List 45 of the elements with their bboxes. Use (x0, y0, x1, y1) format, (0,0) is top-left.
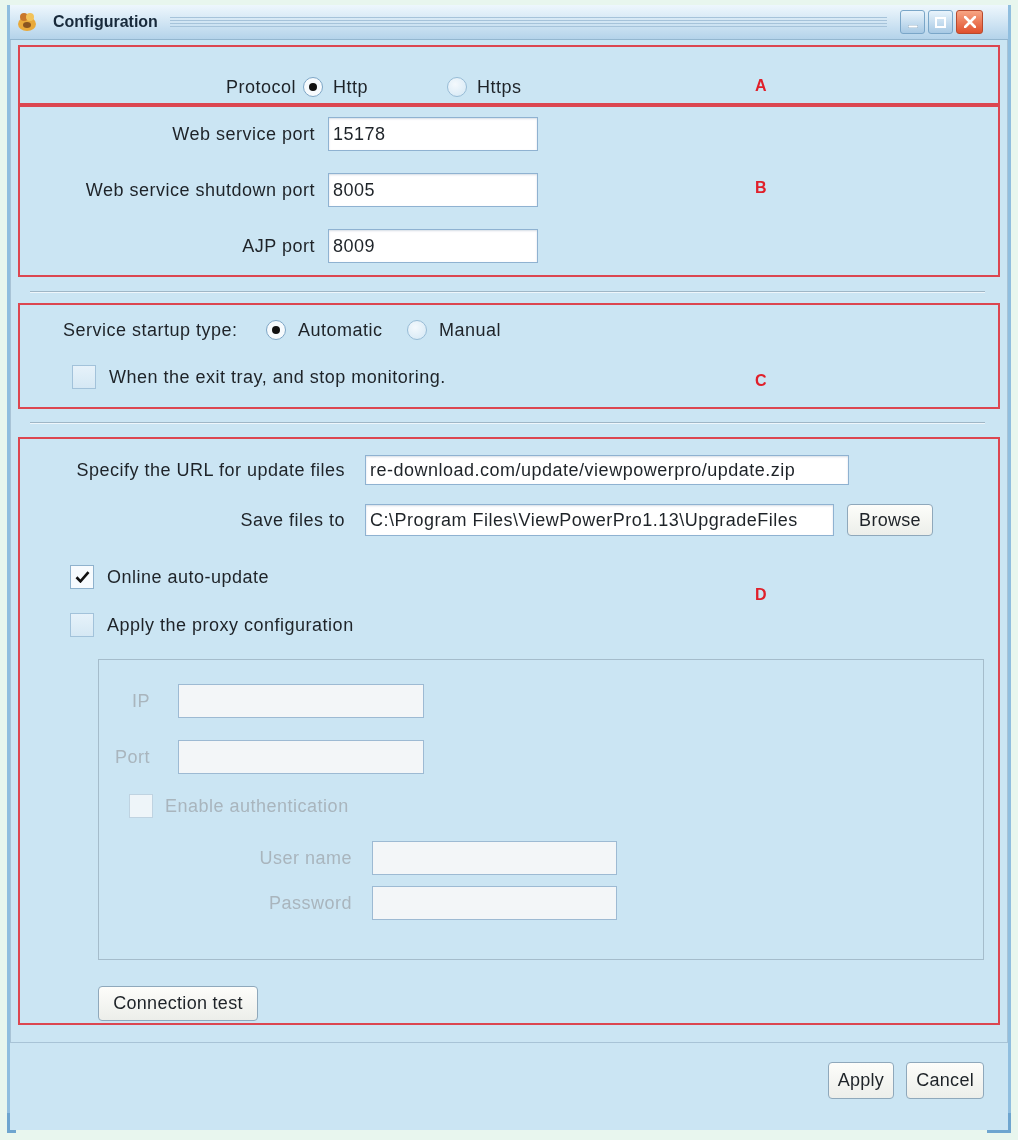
maximize-button[interactable] (928, 10, 953, 34)
section-marker: C (755, 372, 767, 390)
path-field[interactable]: C:\Program Files\ViewPowerPro1.13\UpgradeFiles (365, 504, 834, 536)
app-icon (17, 12, 37, 32)
dialog-button[interactable]: Apply (827, 1062, 895, 1099)
radio-button[interactable] (407, 320, 427, 340)
section-marker: A (755, 77, 767, 95)
field-label: Protocol (224, 76, 296, 98)
checkbox-label: When the exit tray, and stop monitoring. (109, 366, 446, 388)
minimize-icon (907, 25, 918, 28)
port-field[interactable]: 15178 (328, 117, 538, 151)
url-field[interactable]: re-download.com/update/viewpowerpro/update.zip (365, 455, 849, 485)
check-icon (74, 571, 90, 583)
browse-button[interactable]: Browse (847, 504, 933, 536)
field-label: Service startup type: (63, 319, 239, 341)
field-label: AJP port (241, 235, 315, 257)
connection-test-button[interactable]: Connection test (98, 986, 258, 1021)
radio-label: Https (477, 76, 522, 98)
checkbox-label: Apply the proxy configuration (107, 614, 354, 636)
port-field[interactable]: 8009 (328, 229, 538, 263)
checkbox-label: Online auto-update (107, 566, 270, 588)
section-marker: D (755, 586, 767, 604)
radio-button[interactable] (266, 320, 286, 340)
close-button[interactable] (956, 10, 983, 34)
minimize-button[interactable] (900, 10, 925, 34)
checkbox[interactable] (70, 613, 94, 637)
close-icon (963, 16, 976, 28)
field-label: Specify the URL for update files (75, 459, 345, 481)
port-field[interactable]: 8005 (328, 173, 538, 207)
radio-button[interactable] (447, 77, 467, 97)
window-corner-icon (987, 1113, 1011, 1133)
window-title: Configuration (53, 13, 158, 31)
radio-label: Manual (439, 319, 502, 341)
field-label: Web service shutdown port (84, 179, 315, 201)
checkbox[interactable] (70, 565, 94, 589)
maximize-icon (935, 16, 946, 28)
field-label: Web service port (171, 123, 315, 145)
checkbox[interactable] (72, 365, 96, 389)
radio-label: Automatic (298, 319, 383, 341)
dialog-button[interactable]: Cancel (906, 1062, 984, 1099)
window-corner-icon (7, 1113, 16, 1133)
field-label: Save files to (239, 509, 345, 531)
section-marker: B (755, 179, 767, 197)
radio-button[interactable] (303, 77, 323, 97)
radio-label: Http (333, 76, 368, 98)
